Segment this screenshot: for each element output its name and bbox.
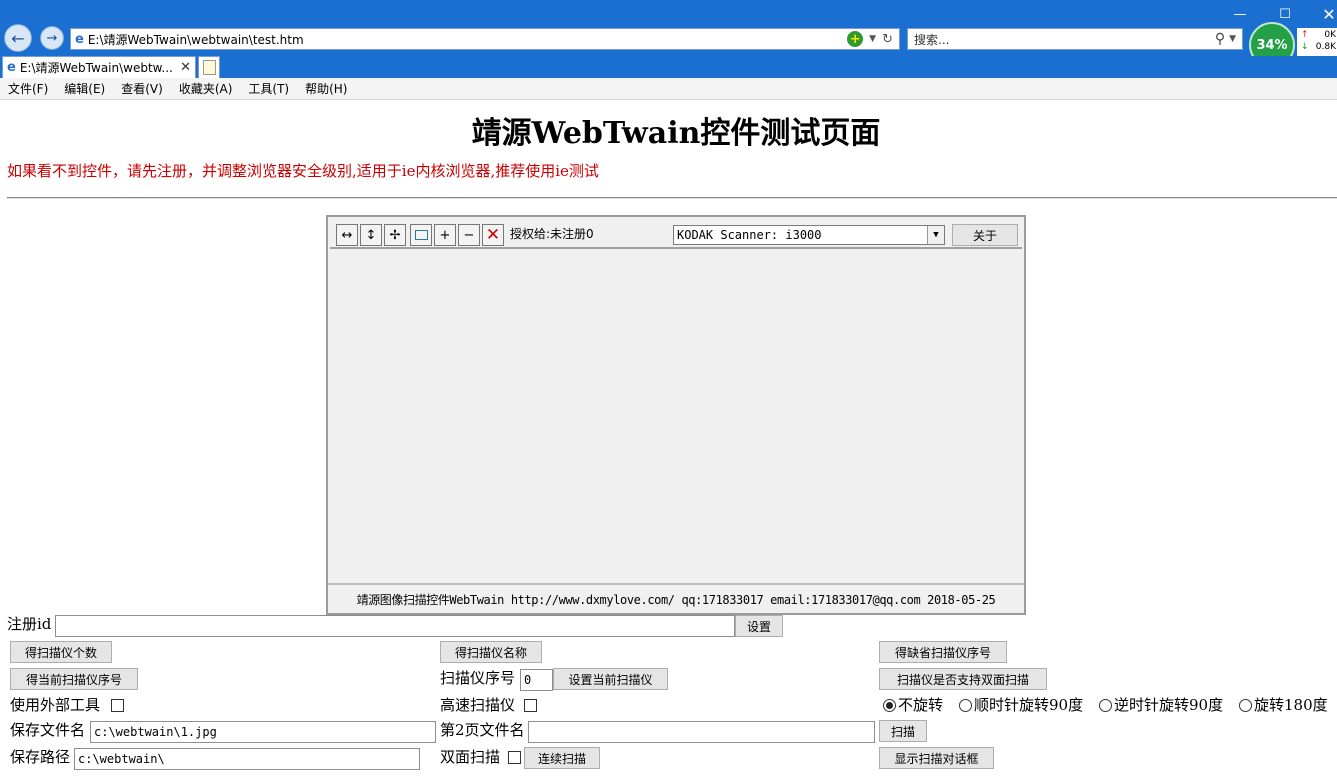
about-button[interactable]: 关于 [952, 224, 1018, 246]
fit-width-icon[interactable]: ↔ [336, 224, 358, 246]
control-toolbar: ↔ ↕ ✢ + − ✕ 授权给:未注册0 KODAK Scanner: i300… [330, 219, 1022, 249]
back-arrow-icon: ← [11, 28, 25, 48]
rotate-cw90-radio[interactable] [959, 699, 972, 712]
scan-preview-area[interactable] [330, 251, 1022, 581]
high-speed-label: 高速扫描仪 [440, 696, 516, 714]
external-tool-label: 使用外部工具 [10, 696, 101, 714]
menu-favorites[interactable]: 收藏夹(A) [171, 80, 241, 97]
new-tab-button[interactable] [198, 56, 220, 78]
webtwain-control: ↔ ↕ ✢ + − ✕ 授权给:未注册0 KODAK Scanner: i300… [326, 215, 1026, 615]
menu-tools[interactable]: 工具(T) [240, 80, 297, 97]
search-input[interactable]: 搜索... [914, 31, 949, 48]
download-speed: 0.8K [1315, 42, 1336, 52]
high-speed-checkbox[interactable] [524, 699, 537, 712]
tab-test-htm[interactable]: e E:\靖源WebTwain\webtw... ✕ [2, 56, 196, 78]
scanner-index-input[interactable]: 0 [520, 669, 553, 691]
rotate-180-radio[interactable] [1239, 699, 1252, 712]
menu-edit[interactable]: 编辑(E) [56, 80, 113, 97]
license-text: 授权给:未注册0 [510, 227, 594, 241]
radio-selected-dot [886, 702, 893, 709]
control-footer-text: 靖源图像扫描控件WebTwain http://www.dxmylove.com… [356, 592, 996, 607]
tab-close-icon[interactable]: ✕ [180, 60, 191, 75]
duplex-label: 双面扫描 [440, 748, 501, 766]
minimize-icon[interactable]: — [1230, 6, 1250, 22]
delete-icon[interactable]: ✕ [482, 224, 504, 246]
set-current-scanner-button[interactable]: 设置当前扫描仪 [553, 668, 668, 690]
network-percent: 34% [1256, 37, 1288, 53]
compat-icon[interactable]: + [847, 31, 864, 47]
menu-view[interactable]: 查看(V) [113, 80, 171, 97]
search-icon[interactable]: ⚲ [1215, 31, 1225, 47]
new-tab-icon [202, 60, 216, 75]
fit-page-icon[interactable]: ✢ [384, 224, 406, 246]
zoom-out-icon[interactable]: − [458, 224, 480, 246]
rotate-none-label: 不旋转 [898, 696, 944, 714]
rotate-cw90-label: 顺时针旋转90度 [974, 696, 1084, 714]
page2-filename-label: 第2页文件名 [440, 721, 525, 739]
upload-speed: 0K [1324, 30, 1336, 40]
duplex-support-button[interactable]: 扫描仪是否支持双面扫描 [879, 668, 1047, 690]
fit-height-icon[interactable]: ↕ [360, 224, 382, 246]
warning-text: 如果看不到控件，请先注册，并调整浏览器安全级别,适用于ie内核浏览器,推荐使用i… [7, 162, 599, 180]
reg-id-input[interactable] [55, 615, 735, 637]
get-current-scanner-button[interactable]: 得当前扫描仪序号 [10, 668, 138, 690]
upload-arrow-icon: ↑ [1301, 30, 1309, 40]
scanner-select-value: KODAK Scanner: i3000 [677, 228, 822, 242]
dropdown-arrow-icon[interactable]: ▼ [869, 34, 876, 44]
menu-bar: 文件(F) 编辑(E) 查看(V) 收藏夹(A) 工具(T) 帮助(H) [0, 78, 1337, 100]
rotate-ccw90-radio[interactable] [1099, 699, 1112, 712]
menu-file[interactable]: 文件(F) [0, 80, 56, 97]
download-arrow-icon: ↓ [1301, 42, 1309, 52]
get-scanner-count-button[interactable]: 得扫描仪个数 [10, 641, 112, 663]
back-button[interactable]: ← [4, 24, 32, 52]
maximize-icon[interactable]: ☐ [1276, 6, 1294, 22]
external-tool-checkbox[interactable] [111, 699, 124, 712]
set-reg-button[interactable]: 设置 [735, 615, 783, 637]
rotate-180-label: 旋转180度 [1254, 696, 1328, 714]
horizontal-rule [7, 197, 1337, 199]
address-bar[interactable]: e E:\靖源WebTwain\webtwain\test.htm + ▼ ↻ [70, 28, 900, 50]
scanner-index-label: 扫描仪序号 [440, 669, 516, 687]
zoom-in-icon[interactable]: + [434, 224, 456, 246]
select-arrow-icon[interactable]: ▼ [927, 226, 944, 244]
continuous-scan-button[interactable]: 连续扫描 [524, 747, 600, 769]
page-title: 靖源WebTwain控件测试页面 [471, 116, 881, 151]
show-scan-dialog-button[interactable]: 显示扫描对话框 [879, 747, 994, 769]
actual-size-icon[interactable] [410, 224, 432, 246]
ie-tab-icon: e [7, 60, 16, 75]
menu-help[interactable]: 帮助(H) [297, 80, 355, 97]
duplex-checkbox[interactable] [508, 751, 521, 764]
save-path-label: 保存路径 [10, 748, 71, 766]
address-text[interactable]: E:\靖源WebTwain\webtwain\test.htm [88, 31, 304, 48]
scan-button[interactable]: 扫描 [879, 720, 927, 742]
page2-filename-input[interactable] [528, 721, 875, 743]
refresh-icon[interactable]: ↻ [882, 32, 893, 47]
forward-arrow-icon: → [46, 30, 58, 46]
reg-id-label: 注册id [7, 615, 52, 633]
get-default-scanner-button[interactable]: 得缺省扫描仪序号 [879, 641, 1007, 663]
scanner-select[interactable]: KODAK Scanner: i3000 ▼ [673, 225, 945, 245]
get-scanner-names-button[interactable]: 得扫描仪名称 [440, 641, 542, 663]
control-footer: 靖源图像扫描控件WebTwain http://www.dxmylove.com… [328, 583, 1024, 613]
save-filename-input[interactable]: c:\webtwain\1.jpg [90, 721, 436, 743]
search-box[interactable]: 搜索... ⚲ ▼ [907, 28, 1243, 50]
rotate-none-radio[interactable] [883, 699, 896, 712]
search-dropdown-icon[interactable]: ▼ [1229, 34, 1236, 44]
save-filename-label: 保存文件名 [10, 721, 86, 739]
save-path-input[interactable]: c:\webtwain\ [74, 748, 420, 770]
ie-page-icon: e [75, 31, 84, 47]
forward-button[interactable]: → [40, 26, 64, 50]
tab-title: E:\靖源WebTwain\webtw... [19, 61, 173, 75]
close-window-icon[interactable]: ✕ [1320, 5, 1337, 24]
rotate-ccw90-label: 逆时针旋转90度 [1114, 696, 1224, 714]
